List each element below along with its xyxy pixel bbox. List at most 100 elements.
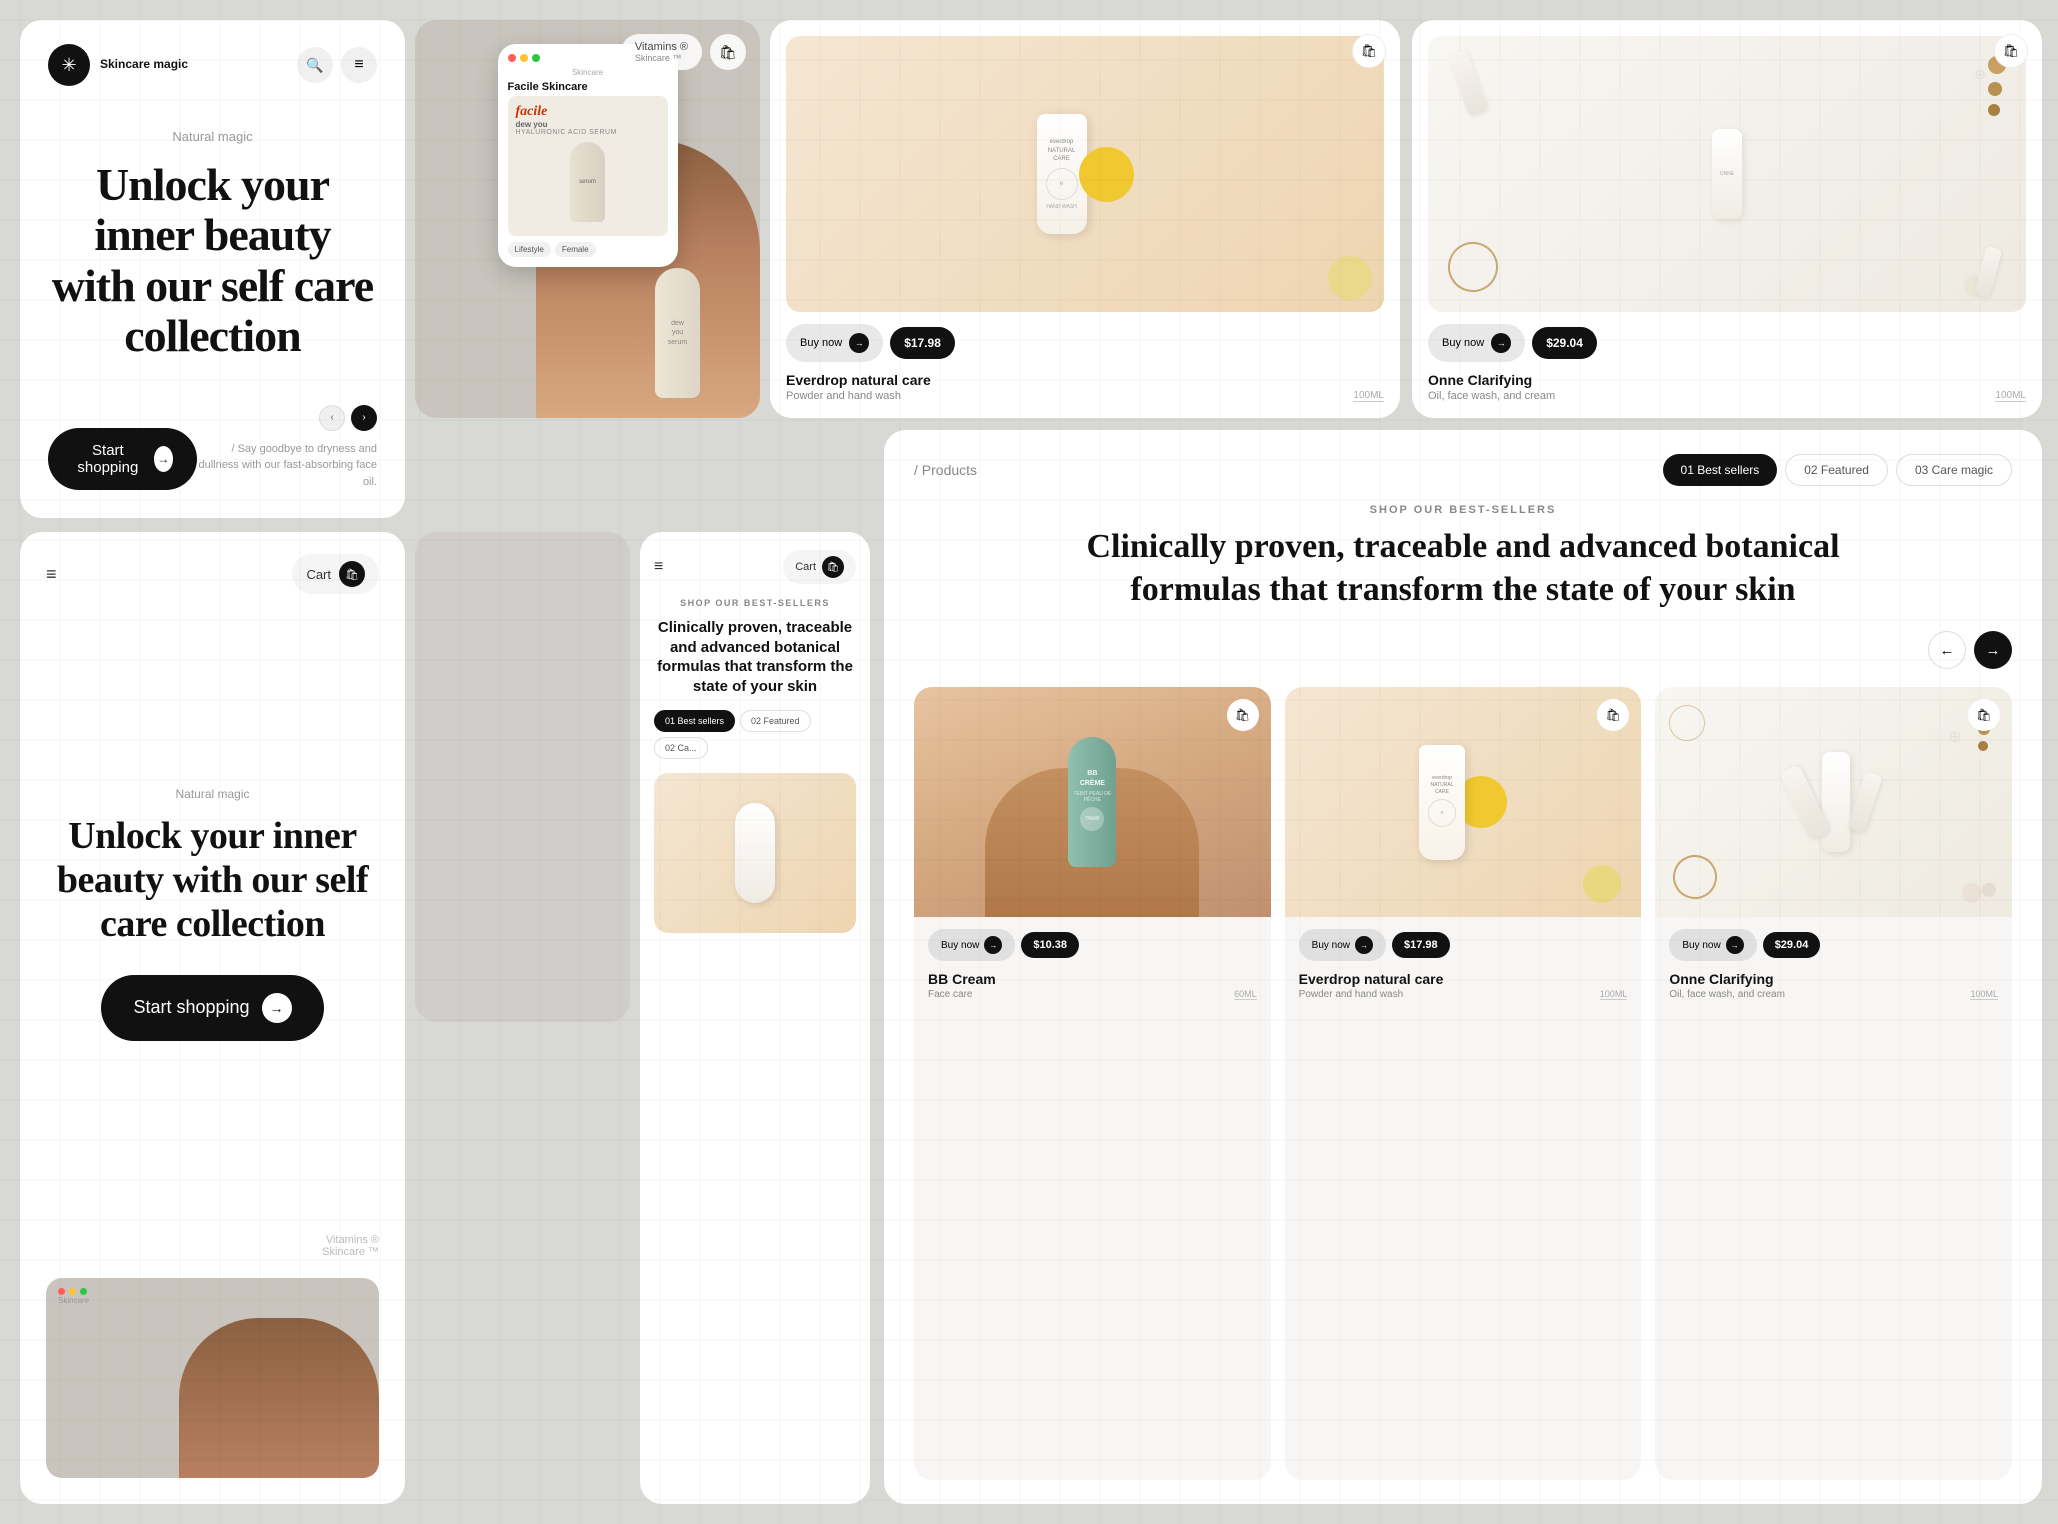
onne2-shell1: [1962, 883, 1982, 903]
bb-name: BB Cream: [928, 971, 996, 987]
everdrop2-sub: Powder and hand wash: [1299, 989, 1444, 1000]
search-button[interactable]: 🔍: [297, 47, 333, 83]
everdrop-info-row: Everdrop natural care Powder and hand wa…: [786, 372, 1384, 402]
mobile-start-shopping-button[interactable]: Start shopping →: [101, 975, 323, 1041]
next-dot[interactable]: ›: [351, 405, 377, 431]
onne-price: $29.04: [1532, 327, 1597, 359]
onne2-buy-row: Buy now → $29.04: [1669, 929, 1998, 961]
mini-menu-icon[interactable]: ≡: [654, 558, 663, 576]
inner-phone-mockup: Skincare Facile Skincare facile dew you …: [498, 44, 678, 267]
onne-bottle3: [1974, 246, 2002, 298]
onne2-shell2: [1982, 883, 1996, 897]
inner-product-series: HYALURONIC ACID SERUM: [516, 129, 660, 136]
phone-overlay-nav: Vitamins ® Skincare ™ 🛍: [621, 34, 746, 70]
inner-product-tagline: dew you: [516, 120, 660, 129]
everdrop-name: Everdrop natural care: [786, 372, 931, 388]
mini-product-panel: ≡ Cart 🛍 SHOP OUR BEST-SELLERS Clinicall…: [640, 532, 870, 1504]
mini-cart-pill[interactable]: Cart 🛍: [783, 550, 856, 584]
mobile-cart-pill[interactable]: Cart 🛍: [292, 554, 379, 594]
bb-cream-tube: BBCRÈME TEINT PEAU DE PÊCHE TRéW: [1068, 737, 1116, 867]
mobile-bottom-labels: Vitamins ® Skincare ™: [46, 1234, 379, 1258]
traffic-yellow: [520, 54, 528, 62]
onne2-wire2: [1665, 701, 1709, 745]
everdrop2-img: everdropNATURAL CARE e: [1285, 687, 1642, 917]
bb-buy-row: Buy now → $10.38: [928, 929, 1257, 961]
everdrop-img-area: everdropNATURAL CARE e HAND WASH: [786, 36, 1384, 312]
mobile-menu-icon[interactable]: ≡: [46, 564, 57, 585]
onne2-cart-button[interactable]: 🛍: [1968, 699, 2000, 731]
prev-slide-button[interactable]: ←: [1928, 631, 1966, 669]
prev-dot[interactable]: ‹: [319, 405, 345, 431]
logo-text: Skincare magic: [100, 57, 188, 73]
onne2-size: 100ML: [1970, 989, 1998, 1000]
onne-buy-arrow: →: [1491, 333, 1511, 353]
start-shopping-button[interactable]: Start shopping →: [48, 428, 197, 490]
menu-button[interactable]: ≡: [341, 47, 377, 83]
mini-product-bottle: [735, 803, 775, 903]
lemon-half: [1328, 256, 1372, 300]
filter-bestsellers-btn[interactable]: 01 Best sellers: [1663, 454, 1778, 486]
products-grid: 🛍 BBCRÈME TEINT PEAU DE PÊCHE TRéW: [914, 687, 2012, 1480]
hero-subtitle: Natural magic: [48, 129, 377, 144]
onne2-bottle2: [1822, 752, 1850, 852]
mobile-nav: ≡ Cart 🛍: [46, 554, 379, 594]
everdrop-buy-arrow: →: [849, 333, 869, 353]
everdrop-size: 100ML: [1353, 390, 1384, 402]
everdrop2-bottle: everdropNATURAL CARE e: [1419, 745, 1465, 860]
mini-section-title: SHOP OUR BEST-SELLERS: [654, 598, 856, 608]
onne-cart-button[interactable]: 🛍: [1994, 34, 2028, 68]
everdrop2-buy-row: Buy now → $17.98: [1299, 929, 1628, 961]
inner-product-labels: Lifestyle Female: [508, 242, 668, 257]
wire-sphere: [1441, 235, 1505, 299]
mobile-hero-subtitle: Natural magic: [175, 787, 249, 801]
onne-desc: Oil, face wash, and cream: [1428, 390, 1555, 402]
hero-cta-area: Start shopping →: [48, 428, 197, 490]
onne-buy-button[interactable]: Buy now →: [1428, 324, 1525, 362]
onne-img-area: ONNE ⊕: [1428, 36, 2026, 312]
logo-mark: ✳: [48, 44, 90, 86]
product-tube-shape: serum: [570, 142, 605, 222]
mobile-cart-icon: 🛍: [339, 561, 365, 587]
label-female: Female: [555, 242, 596, 257]
product-in-hand: dewyouserum: [655, 268, 700, 398]
filter-featured-btn[interactable]: 02 Featured: [1785, 454, 1888, 486]
everdrop2-info: Everdrop natural care Powder and hand wa…: [1299, 971, 1444, 1000]
everdrop-price: $17.98: [890, 327, 955, 359]
onne-size: 100ML: [1995, 390, 2026, 402]
hero-description: / Say goodbye to dryness and dullness wi…: [197, 441, 377, 491]
next-slide-button[interactable]: →: [1974, 631, 2012, 669]
onne2-wire1: [1667, 849, 1723, 905]
mobile-traffic-lights: [58, 1288, 87, 1295]
onne-products: ONNE ⊕: [1712, 129, 1742, 219]
onne2-arrow-icon: →: [1726, 936, 1744, 954]
everdrop-buy-button[interactable]: Buy now →: [786, 324, 883, 362]
products-overline: SHOP OUR BEST-SELLERS: [914, 504, 2012, 516]
bb-buy-button[interactable]: Buy now →: [928, 929, 1015, 961]
blank-panel: [415, 532, 630, 1022]
mobile-inner-brand: Skincare: [58, 1296, 89, 1305]
mini-filter-featured[interactable]: 02 Featured: [740, 710, 811, 732]
mobile-hand-bg: [179, 1318, 379, 1478]
onne2-img: ⊕: [1655, 687, 2012, 917]
hero-footer: Start shopping → ‹ › / Say goodbye to dr…: [48, 405, 377, 491]
onne2-info: Onne Clarifying Oil, face wash, and crea…: [1669, 971, 1785, 1000]
nav-dots-row: ‹ ›: [197, 405, 377, 431]
onne2-body: Buy now → $29.04 Onne Clarifying Oil, fa…: [1655, 917, 2012, 1012]
everdrop2-buy-button[interactable]: Buy now →: [1299, 929, 1386, 961]
products-nav-btns: ← →: [914, 631, 2012, 669]
filter-caremagic-btn[interactable]: 03 Care magic: [1896, 454, 2012, 486]
phone-cart-icon[interactable]: 🛍: [710, 34, 746, 70]
nav-icons: 🔍 ≡: [297, 47, 377, 83]
products-headline: SHOP OUR BEST-SELLERS Clinically proven,…: [914, 504, 2012, 611]
bb-cream-img: BBCRÈME TEINT PEAU DE PÊCHE TRéW: [914, 687, 1271, 917]
phone-vitamins-badge: Vitamins ® Skincare ™: [621, 34, 702, 70]
mini-cart-icon: 🛍: [822, 556, 844, 578]
onne2-buy-button[interactable]: Buy now →: [1669, 929, 1756, 961]
everdrop2-name: Everdrop natural care: [1299, 971, 1444, 987]
traffic-red: [508, 54, 516, 62]
bb-cream-cart-button[interactable]: 🛍: [1227, 699, 1259, 731]
everdrop-cart-button[interactable]: 🛍: [1352, 34, 1386, 68]
hero-content: Natural magic Unlock your inner beauty w…: [48, 86, 377, 395]
mini-filter-bestsellers[interactable]: 01 Best sellers: [654, 710, 735, 732]
mini-filter-ca[interactable]: 02 Ca...: [654, 737, 708, 759]
